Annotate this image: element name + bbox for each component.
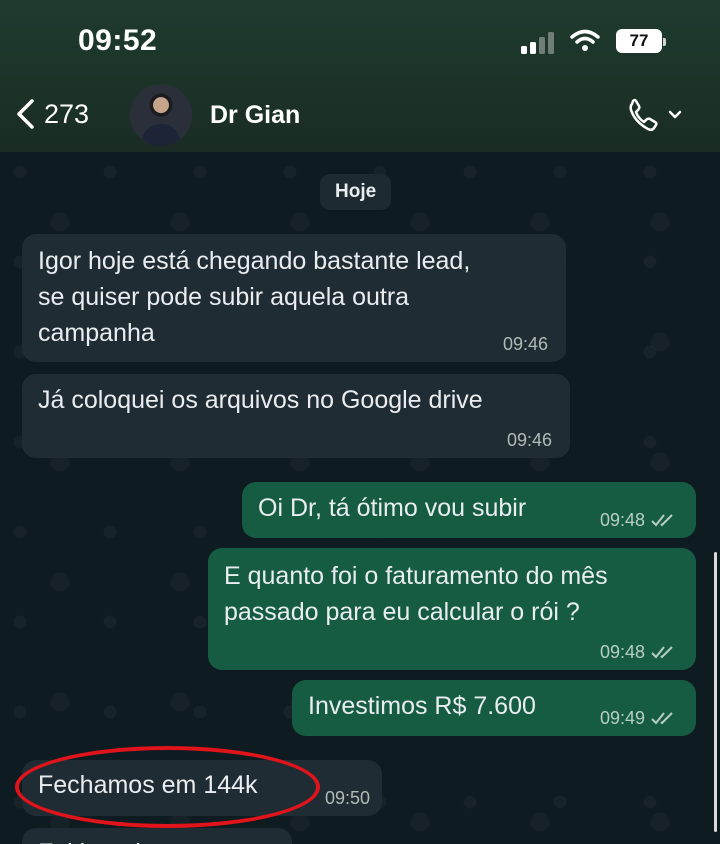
- signal-icon: [521, 30, 559, 54]
- phone-icon: [629, 98, 658, 132]
- highlight-circle: [15, 746, 320, 828]
- message-outgoing[interactable]: Oi Dr, tá ótimo vou subir 09:48: [242, 482, 696, 538]
- back-chevron-icon: [17, 99, 34, 129]
- message-text-line: campanha: [38, 319, 155, 347]
- contact-name[interactable]: Dr Gian: [210, 101, 300, 130]
- message-incoming[interactable]: Já coloquei os arquivos no Google drive …: [22, 374, 570, 458]
- avatar[interactable]: [130, 84, 192, 146]
- message-text: Já coloquei os arquivos no Google drive: [38, 386, 483, 414]
- message-time: 09:49: [600, 708, 678, 728]
- message-text-line: se quiser pode subir aquela outra: [38, 283, 410, 311]
- chat-area[interactable]: Hoje Igor hoje está chegando bastante le…: [0, 152, 720, 844]
- back-button[interactable]: 273: [12, 96, 89, 132]
- status-time: 09:52: [78, 24, 158, 57]
- wifi-icon: [570, 29, 600, 51]
- message-time: 09:46: [502, 334, 548, 354]
- message-text: Foi bem bacana: [38, 835, 276, 844]
- message-text-line: passado para eu calcular o rói ?: [224, 598, 580, 626]
- message-time: 09:46: [506, 430, 552, 450]
- call-button[interactable]: [626, 96, 686, 136]
- double-check-icon: [651, 646, 673, 659]
- message-time: 09:48: [600, 642, 678, 662]
- message-outgoing[interactable]: Investimos R$ 7.600 09:49: [292, 680, 696, 736]
- double-check-icon: [651, 712, 673, 725]
- day-separator: Hoje: [320, 174, 392, 210]
- message-outgoing[interactable]: E quanto foi o faturamento do mês passad…: [208, 548, 696, 670]
- chevron-down-icon: [668, 110, 682, 119]
- message-incoming[interactable]: Foi bem bacana: [22, 828, 292, 844]
- double-check-icon: [651, 514, 673, 527]
- message-time: 09:48: [600, 510, 678, 530]
- unread-count: 273: [44, 98, 90, 129]
- battery-icon: 77: [616, 29, 666, 53]
- message-incoming[interactable]: Igor hoje está chegando bastante lead, s…: [22, 234, 566, 362]
- message-time: 09:50: [324, 788, 370, 808]
- message-text-line: E quanto foi o faturamento do mês: [224, 562, 608, 590]
- scrollbar[interactable]: [714, 552, 717, 832]
- top-bar: 09:52 77 273 Dr Gian: [0, 0, 720, 152]
- message-text-line: Igor hoje está chegando bastante lead,: [38, 247, 471, 275]
